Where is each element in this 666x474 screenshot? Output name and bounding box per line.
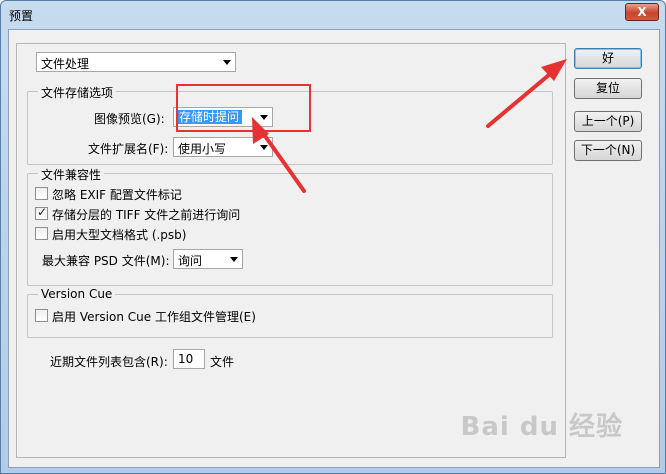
arrow-to-preview xyxy=(252,117,306,193)
annotation-arrows xyxy=(252,59,567,193)
arrow-to-ok xyxy=(486,59,567,128)
preferences-window: 预置 X 文件处理 文件存储选项 图像预览(G): 存储时提问 文件扩展名(F)… xyxy=(0,0,666,474)
